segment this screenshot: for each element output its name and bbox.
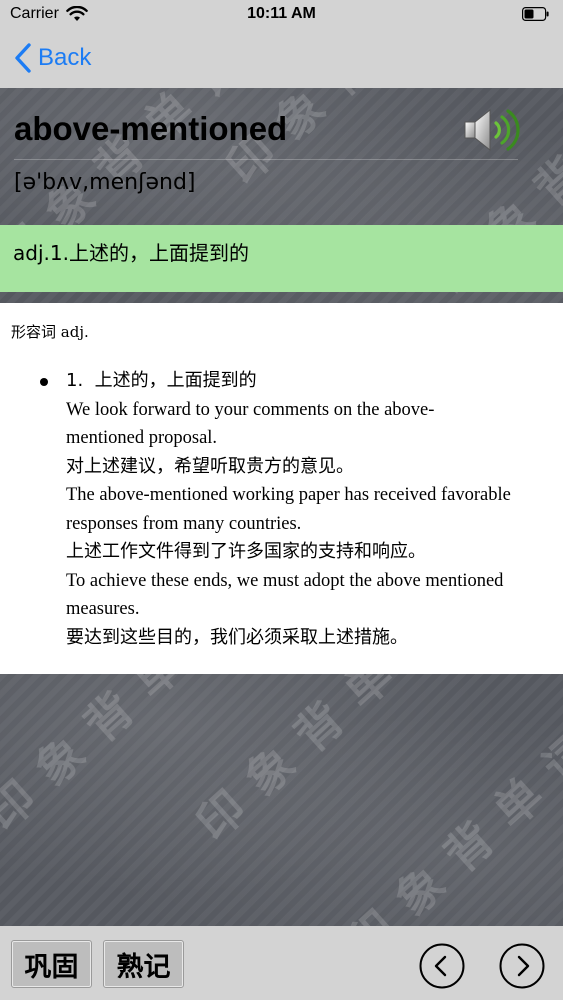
mark-known-button[interactable]: 熟记 <box>103 940 184 988</box>
chevron-left-circle-icon[interactable] <box>419 943 465 989</box>
bottom-background: 印象背单词 印象背单词 印象背单词 <box>0 674 563 926</box>
battery-icon <box>522 7 549 21</box>
bullet-icon <box>40 378 48 386</box>
speaker-icon[interactable] <box>462 104 522 156</box>
phonetic-transcription: [ə'bʌv,menʃənd] <box>14 170 196 195</box>
example-zh: 对上述建议，希望听取贵方的意见。 <box>66 455 354 477</box>
title-divider <box>14 159 518 160</box>
word-detail-screen: Carrier 10:11 AM Back 印象背单词 印象背单词 印象背单词 … <box>0 0 563 1000</box>
short-definition-band: adj.1.上述的，上面提到的 <box>0 225 563 292</box>
example-en: We look forward to your comments on the … <box>66 399 435 449</box>
short-definition: adj.1.上述的，上面提到的 <box>13 241 249 265</box>
example-zh: 要达到这些目的，我们必须采取上述措施。 <box>66 626 408 648</box>
sense-item: 1. 上述的，上面提到的 We look forward to your com… <box>40 367 512 652</box>
navigation-bar: Back <box>0 30 563 88</box>
sense-number: 1. <box>66 370 84 391</box>
review-button[interactable]: 巩固 <box>11 940 92 988</box>
status-bar: Carrier 10:11 AM <box>0 0 563 30</box>
bottom-toolbar: 巩固 熟记 <box>0 926 563 1000</box>
chevron-right-circle-icon[interactable] <box>499 943 545 989</box>
example-en: The above-mentioned working paper has re… <box>66 485 511 534</box>
status-time: 10:11 AM <box>247 5 316 22</box>
background-watermark: 印象背单词 <box>336 709 563 926</box>
definition-detail: 形容词 adj. 1. 上述的，上面提到的 We look forward to… <box>0 303 563 674</box>
back-button[interactable]: Back <box>14 40 91 76</box>
background-watermark: 印象背单词 <box>0 674 258 841</box>
sense-heading: 1. 上述的，上面提到的 <box>66 367 512 396</box>
example-en: To achieve these ends, we must adopt the… <box>66 570 504 620</box>
sense-meaning: 上述的，上面提到的 <box>94 370 257 391</box>
part-of-speech-label: 形容词 adj. <box>11 323 89 341</box>
background-watermark: 印象背单词 <box>186 674 468 851</box>
headword: above-mentioned <box>14 110 288 147</box>
example-zh: 上述工作文件得到了许多国家的支持和响应。 <box>66 541 426 562</box>
back-label: Back <box>38 44 92 71</box>
chevron-left-icon <box>15 43 31 73</box>
